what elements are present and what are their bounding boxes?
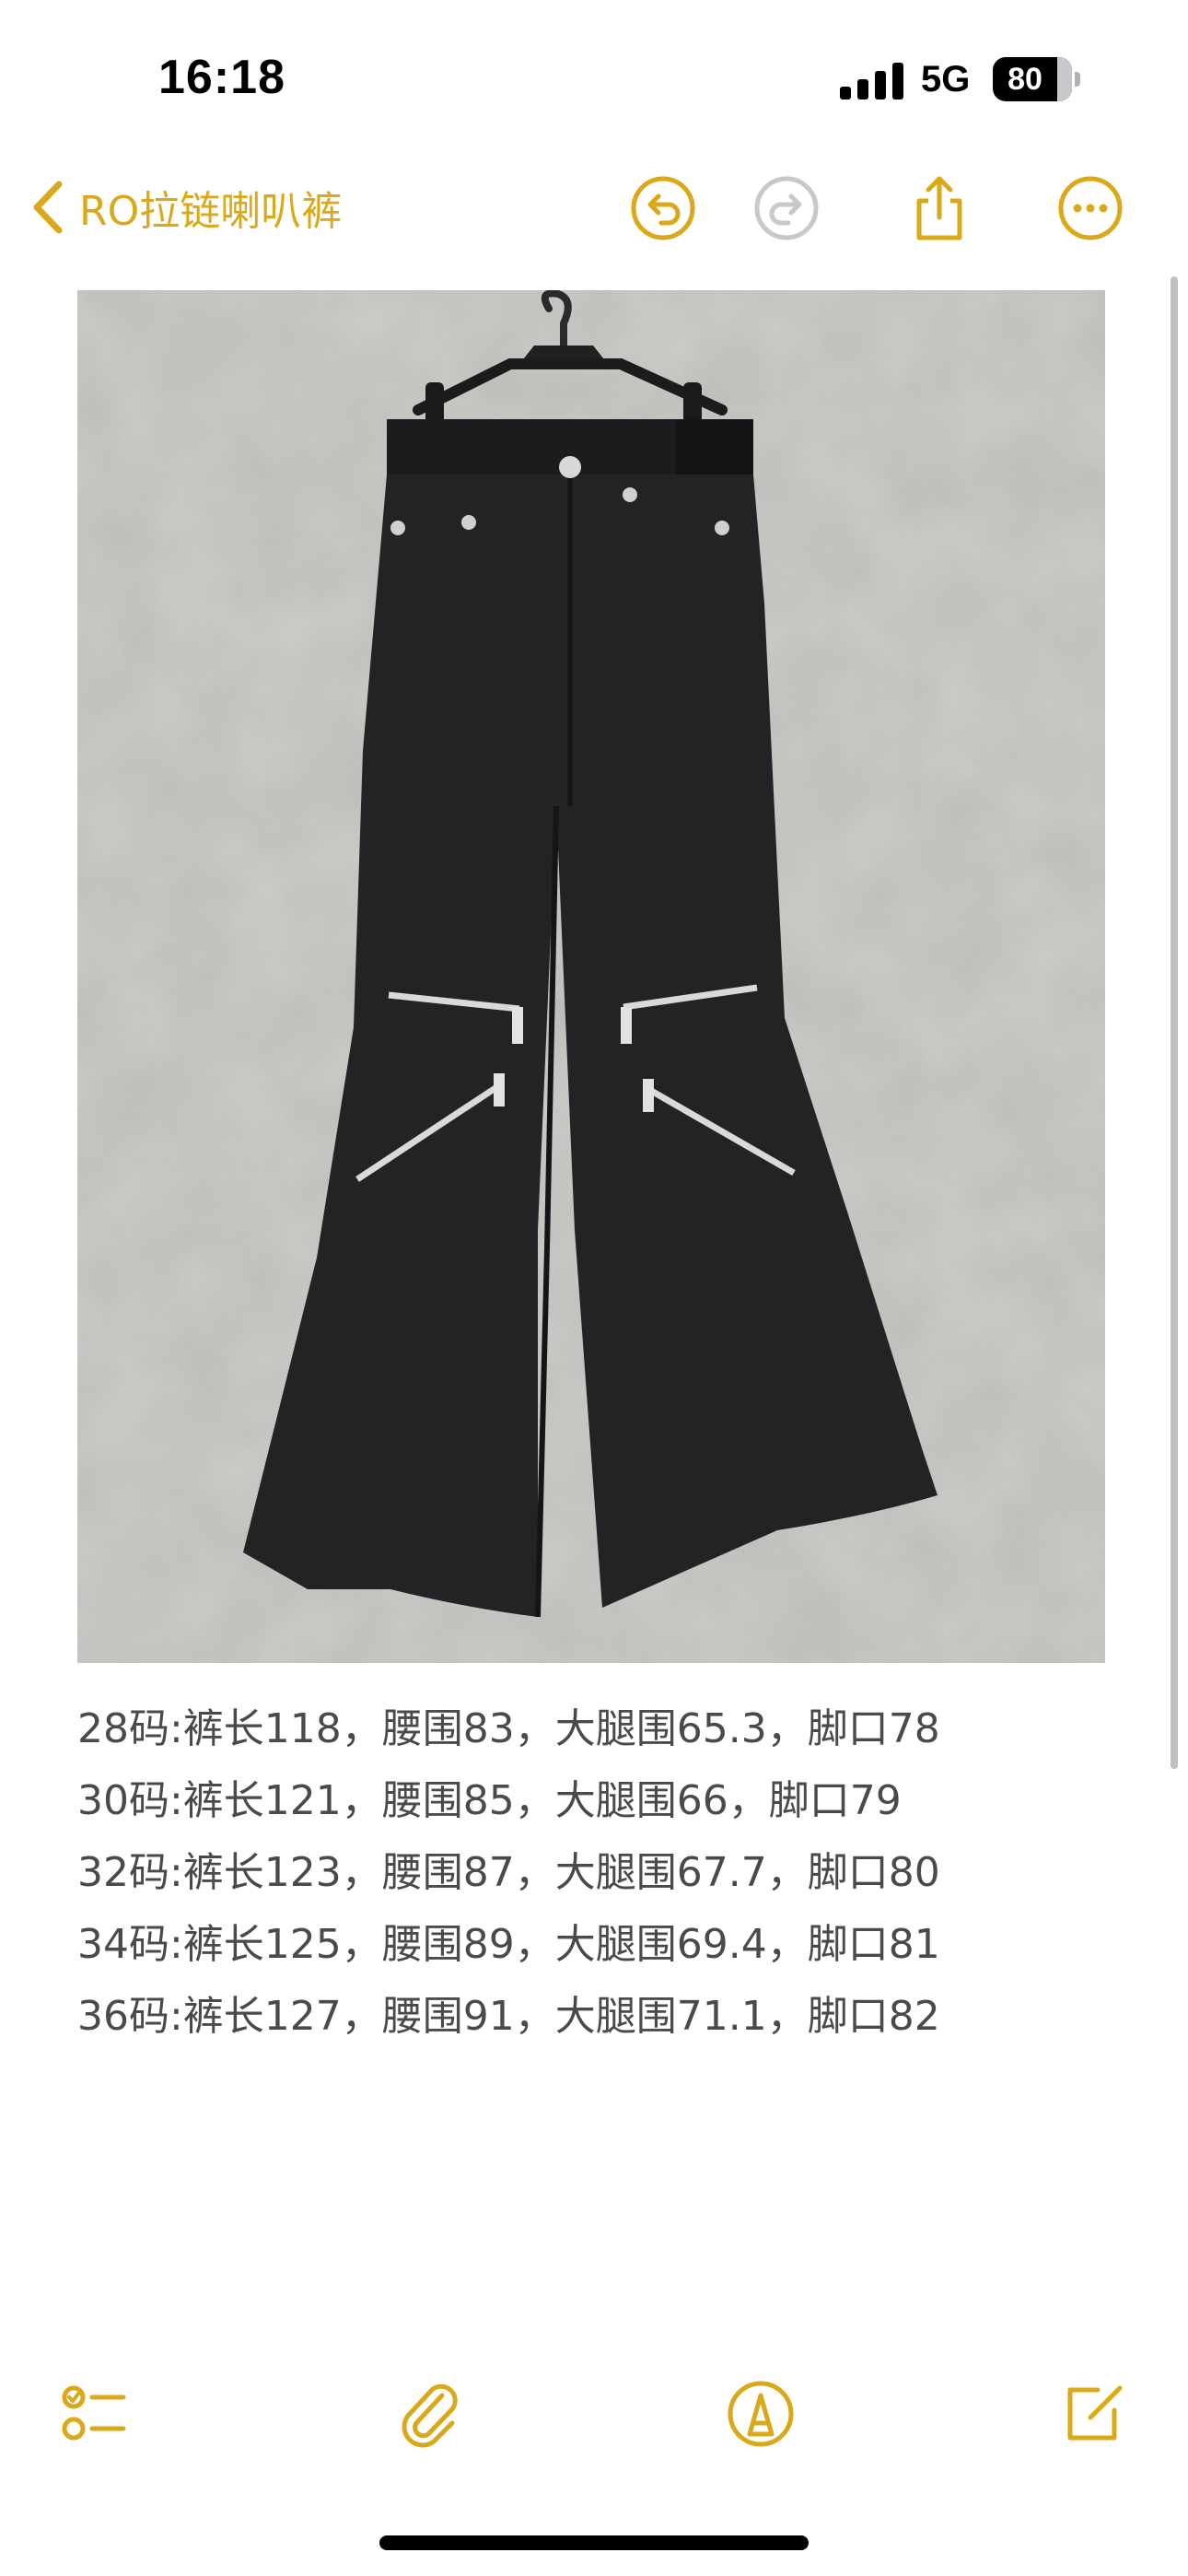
product-photo[interactable] [77, 290, 1105, 1663]
attachment-icon [402, 2383, 458, 2448]
more-icon [1058, 176, 1123, 240]
size-spec-line[interactable]: 36码:裤长127，腰围91，大腿围71.1，脚口82 [77, 1981, 1118, 2053]
size-spec-line[interactable]: 30码:裤长121，腰围85，大腿围66，脚口79 [77, 1765, 1118, 1837]
markup-button[interactable] [724, 2377, 798, 2451]
scroll-indicator[interactable] [1171, 276, 1178, 1769]
markup-icon [728, 2381, 794, 2447]
redo-icon [754, 176, 819, 240]
battery-level: 80 [1007, 62, 1042, 97]
battery-icon: 80 [993, 57, 1081, 101]
chevron-left-icon [33, 181, 63, 234]
back-button[interactable]: RO拉链喇叭裤 [28, 175, 342, 240]
more-button[interactable] [1055, 173, 1125, 243]
share-button[interactable] [904, 173, 974, 243]
checklist-button[interactable] [57, 2377, 131, 2451]
network-type: 5G [921, 59, 971, 100]
undo-icon [631, 176, 695, 240]
attachment-button[interactable] [394, 2377, 468, 2451]
status-time: 16:18 [158, 51, 285, 104]
compose-icon [1067, 2385, 1123, 2441]
note-title: RO拉链喇叭裤 [79, 188, 343, 235]
undo-button[interactable] [628, 173, 698, 243]
share-icon [916, 176, 962, 240]
size-spec-line[interactable]: 32码:裤长123，腰围87，大腿围67.7，脚口80 [77, 1837, 1118, 1909]
checklist-icon [62, 2385, 126, 2441]
compose-button[interactable] [1057, 2377, 1131, 2451]
notes-screen: 16:18 5G 80 RO拉链喇叭裤 28码:裤长118，腰围83，大腿围65… [0, 0, 1188, 2576]
size-spec-line[interactable]: 28码:裤长118，腰围83，大腿围65.3，脚口78 [77, 1693, 1118, 1765]
size-spec-line[interactable]: 34码:裤长125，腰围89，大腿围69.4，脚口81 [77, 1909, 1118, 1981]
redo-button[interactable] [751, 173, 821, 243]
size-spec-list[interactable]: 28码:裤长118，腰围83，大腿围65.3，脚口78 30码:裤长121，腰围… [77, 1693, 1118, 2053]
home-indicator[interactable] [379, 2535, 809, 2550]
cellular-signal-icon [840, 63, 903, 100]
